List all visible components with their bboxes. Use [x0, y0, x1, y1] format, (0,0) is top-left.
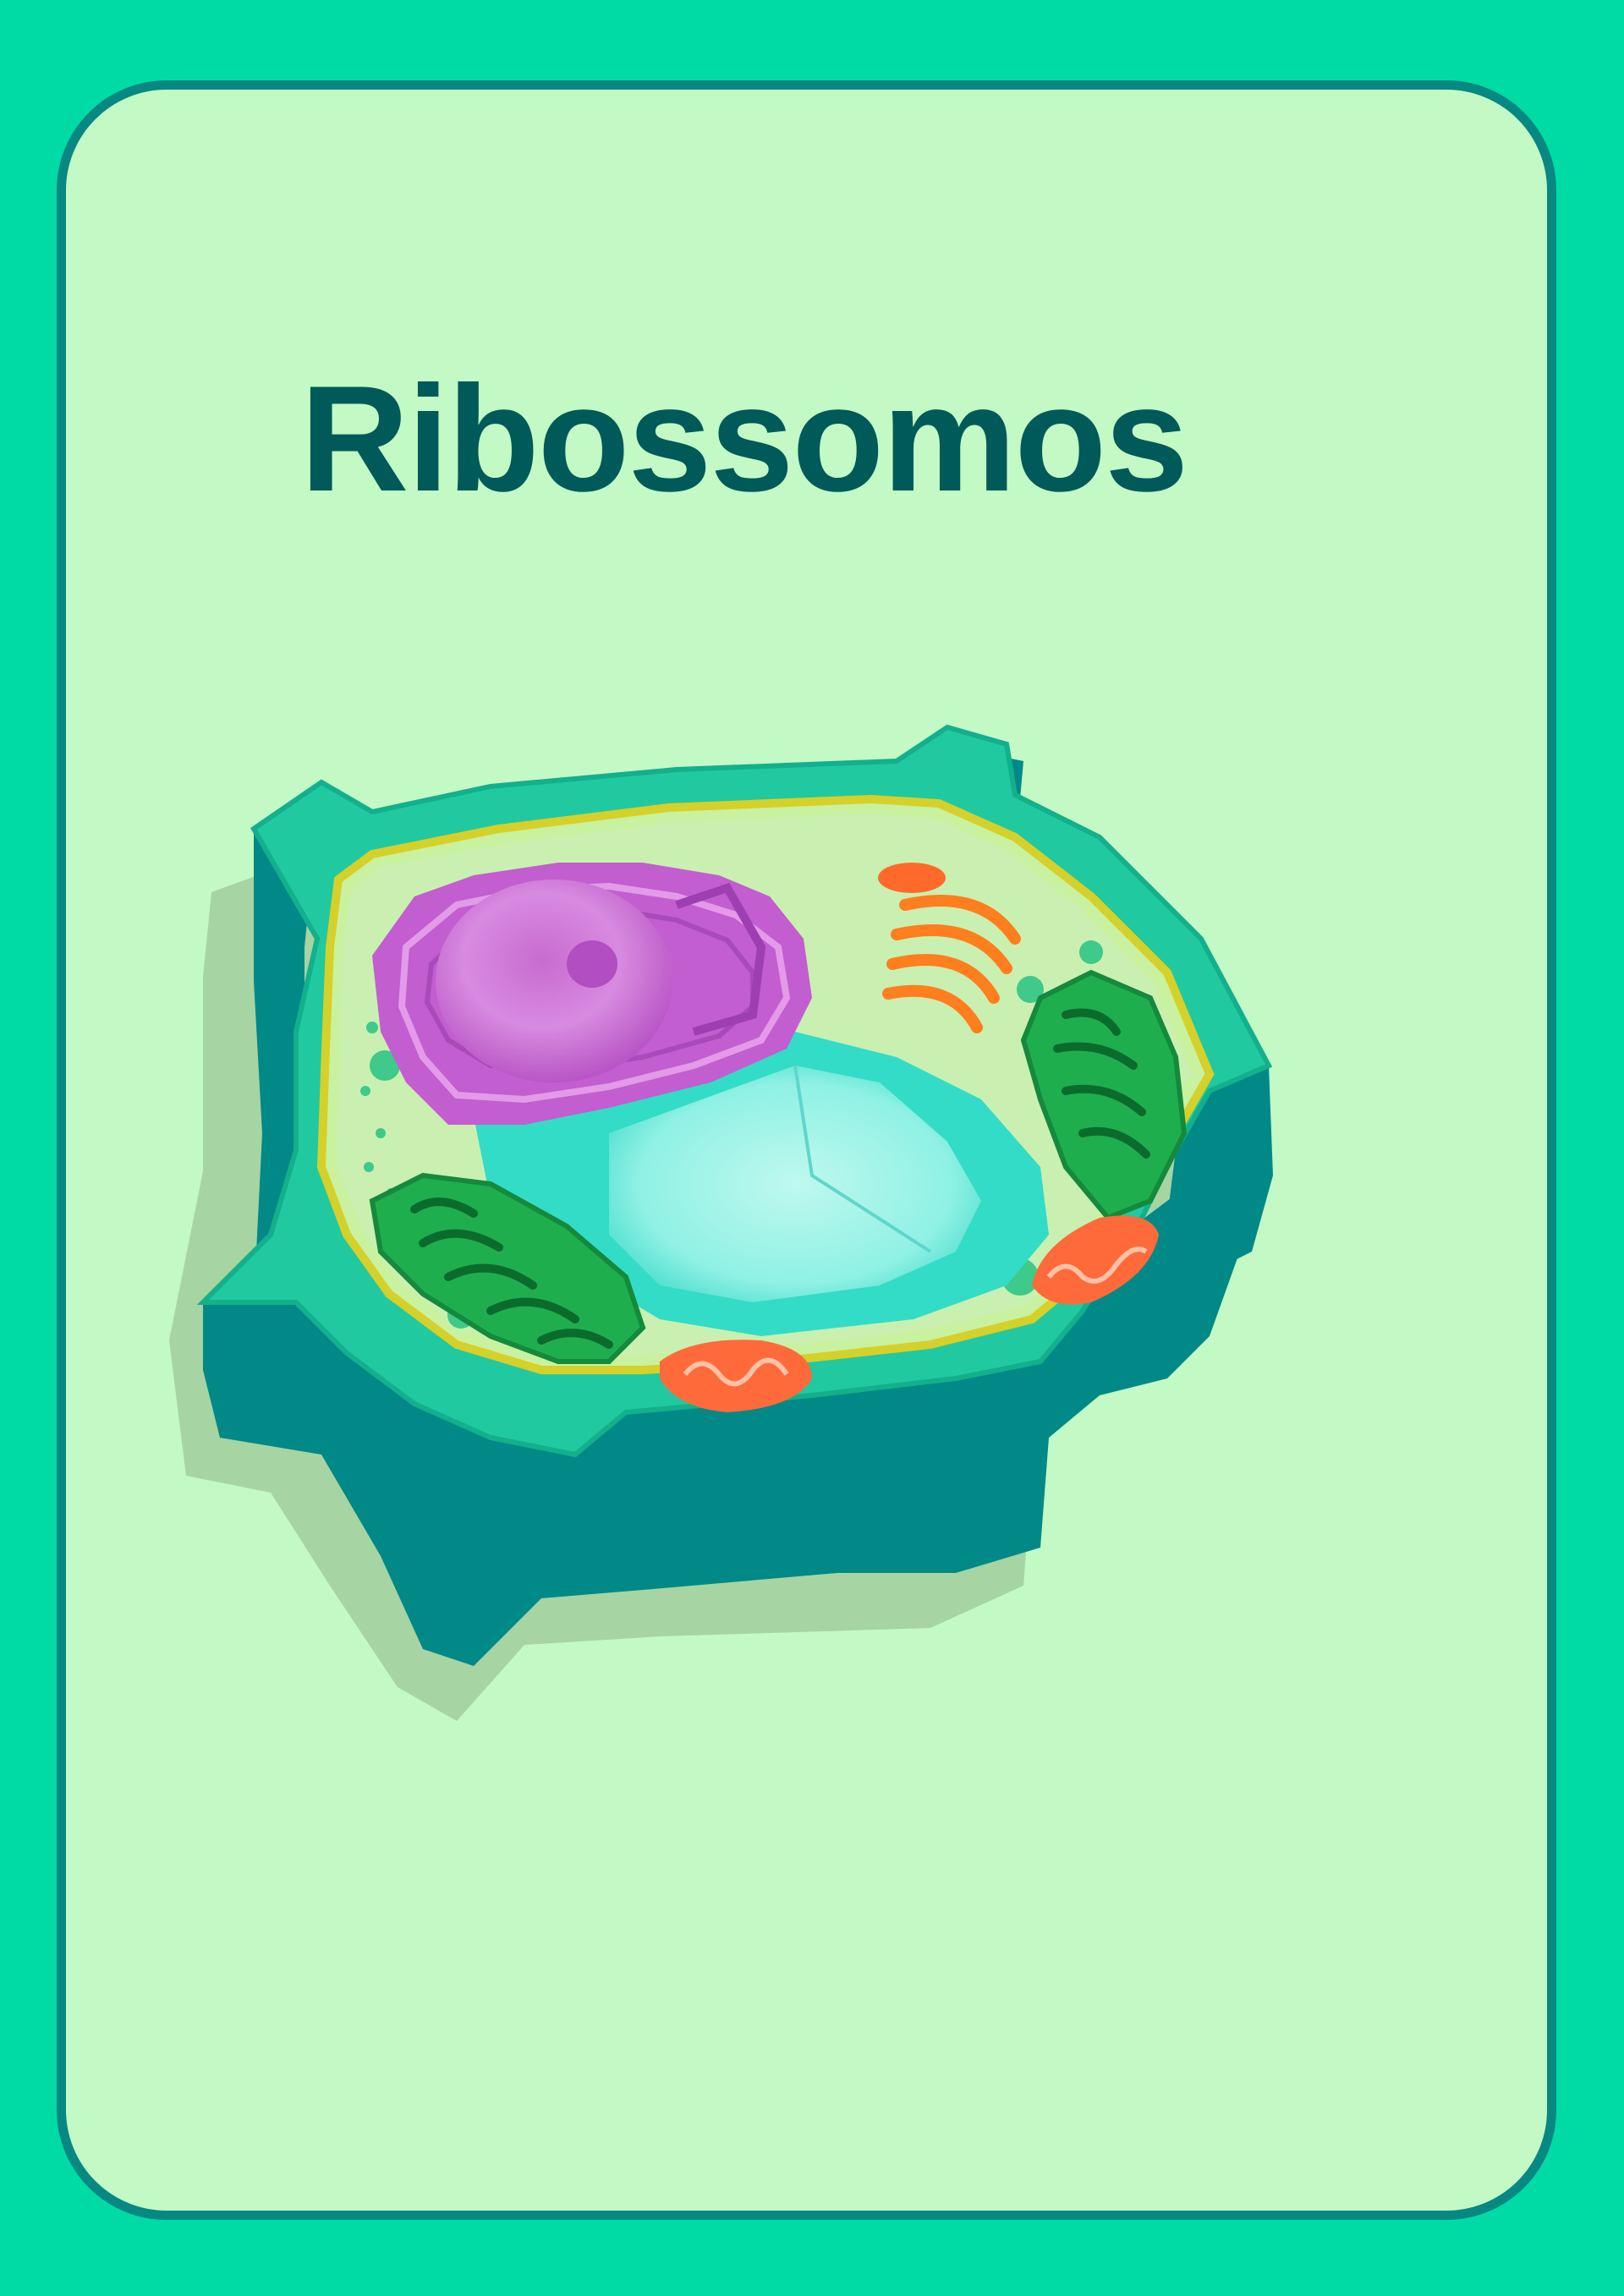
card-title: Ribossomos	[300, 354, 1188, 523]
plant-cell-illustration	[169, 724, 1273, 1721]
golgi-vesicle	[878, 863, 946, 893]
